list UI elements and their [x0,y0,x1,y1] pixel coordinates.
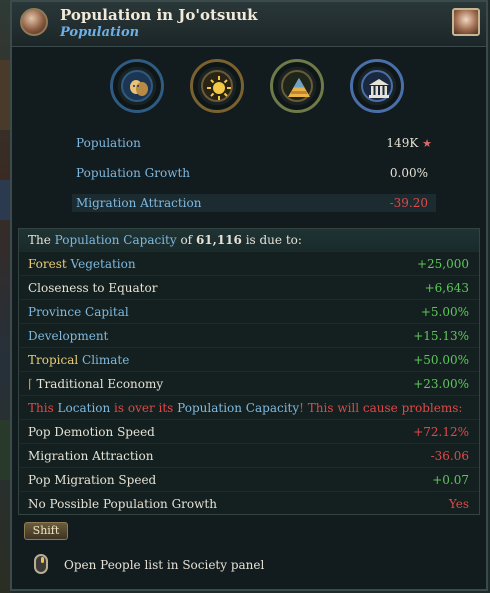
capacity-row-vegetation: Forest Vegetation +25,000 [19,251,479,276]
population-capacity-link[interactable]: Population Capacity [177,401,299,415]
effect-row-demotion: Pop Demotion Speed +72.12% [19,419,479,444]
capacity-row-economy: ⌈ Traditional Economy +23.00% [19,371,479,396]
shift-key-button[interactable]: Shift [24,522,68,540]
capacity-intro: The Population Capacity of 61,116 is due… [19,229,479,251]
pyramid-icon[interactable] [270,59,324,113]
effect-row-growth: No Possible Population Growth Yes [19,491,479,516]
theater-masks-icon[interactable] [110,59,164,113]
capacity-row-climate: Tropical Climate +50.00% [19,347,479,372]
effect-row-migration-attraction: Migration Attraction -36.06 [19,443,479,468]
population-tooltip: Population in Jo'otsuuk Population Popul… [10,0,488,591]
stat-value: -39.20 [389,196,428,210]
people-icon: ★ [422,137,432,150]
sun-icon[interactable] [190,59,244,113]
hoe-icon: ⌈ [28,377,33,391]
mouse-left-click-icon [34,554,48,574]
ruler-portrait-icon[interactable] [20,8,48,36]
stat-label: Migration Attraction [76,196,202,210]
tooltip-title: Population in Jo'otsuuk [60,6,258,24]
capacity-breakdown: The Population Capacity of 61,116 is due… [18,228,480,515]
capacity-warning: This Location is over its Population Cap… [19,395,479,420]
temple-icon[interactable] [350,59,404,113]
forest-link[interactable]: Forest [28,257,67,271]
capacity-row-development: Development +15.13% [19,323,479,348]
tropical-link[interactable]: Tropical [28,353,78,367]
tooltip-subtitle: Population [60,25,140,40]
climate-link[interactable]: Climate [82,353,129,367]
population-capacity-link[interactable]: Population Capacity [55,233,177,247]
effect-row-migration-speed: Pop Migration Speed +0.07 [19,467,479,492]
stat-value: 149K ★ [386,136,432,150]
tooltip-header: Population in Jo'otsuuk Population [12,2,486,47]
stat-label: Population Growth [76,166,191,180]
development-link[interactable]: Development [28,324,108,348]
location-link[interactable]: Location [58,401,111,415]
open-people-list-hint[interactable]: Open People list in Society panel [64,558,264,572]
stat-migration-attraction: Migration Attraction -39.20 [72,194,436,212]
capacity-row-equator: Closeness to Equator +6,643 [19,275,479,300]
capacity-row-province-capital: Province Capital +5.00% [19,299,479,324]
stat-value: 0.00% [389,166,428,180]
category-icon-row [12,59,486,115]
stat-population-growth: Population Growth 0.00% [76,164,436,182]
province-capital-link[interactable]: Province Capital [28,300,129,324]
stat-label: Population [76,136,141,150]
vegetation-link[interactable]: Vegetation [71,257,136,271]
character-portrait-icon[interactable] [452,8,480,36]
stat-population: Population 149K ★ [76,134,436,152]
